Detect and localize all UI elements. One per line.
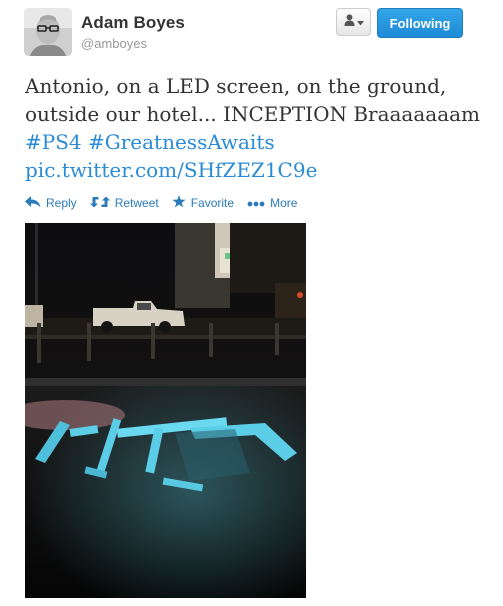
- tweet-text-line-2: outside our hotel... INCEPTION Braaaaaaa…: [25, 102, 481, 126]
- led-screen-photo: [25, 223, 306, 598]
- hashtag-greatnessawaits[interactable]: #GreatnessAwaits: [88, 130, 275, 154]
- hashtag-ps4[interactable]: #PS4: [25, 130, 82, 154]
- caret-down-icon: [356, 13, 364, 31]
- favorite-label: Favorite: [190, 196, 235, 210]
- more-label: More: [270, 196, 298, 210]
- reply-label: Reply: [46, 196, 77, 210]
- avatar-photo: [24, 8, 72, 56]
- tweet-text: Antonio, on a LED screen, on the ground,…: [25, 72, 485, 184]
- avatar[interactable]: [24, 8, 72, 56]
- more-dots-icon: [247, 196, 265, 210]
- tweet-actions: Reply Retweet Favorite More: [25, 193, 297, 213]
- tweet-photo[interactable]: [25, 223, 306, 598]
- retweet-label: Retweet: [114, 196, 159, 210]
- following-button[interactable]: Following: [377, 8, 463, 38]
- favorite-action[interactable]: Favorite: [172, 195, 234, 211]
- person-icon: [344, 13, 355, 31]
- user-handle[interactable]: @amboyes: [81, 36, 147, 51]
- reply-action[interactable]: Reply: [25, 195, 77, 211]
- reply-icon: [25, 195, 41, 211]
- more-action[interactable]: More: [247, 196, 297, 210]
- user-name[interactable]: Adam Boyes: [81, 13, 185, 33]
- user-actions-dropdown[interactable]: [336, 8, 371, 36]
- tweet-text-line-1: Antonio, on a LED screen, on the ground,: [25, 74, 447, 98]
- retweet-action[interactable]: Retweet: [89, 196, 159, 211]
- retweet-icon: [89, 196, 110, 211]
- star-icon: [172, 195, 186, 211]
- media-link[interactable]: pic.twitter.com/SHfZEZ1C9e: [25, 158, 317, 182]
